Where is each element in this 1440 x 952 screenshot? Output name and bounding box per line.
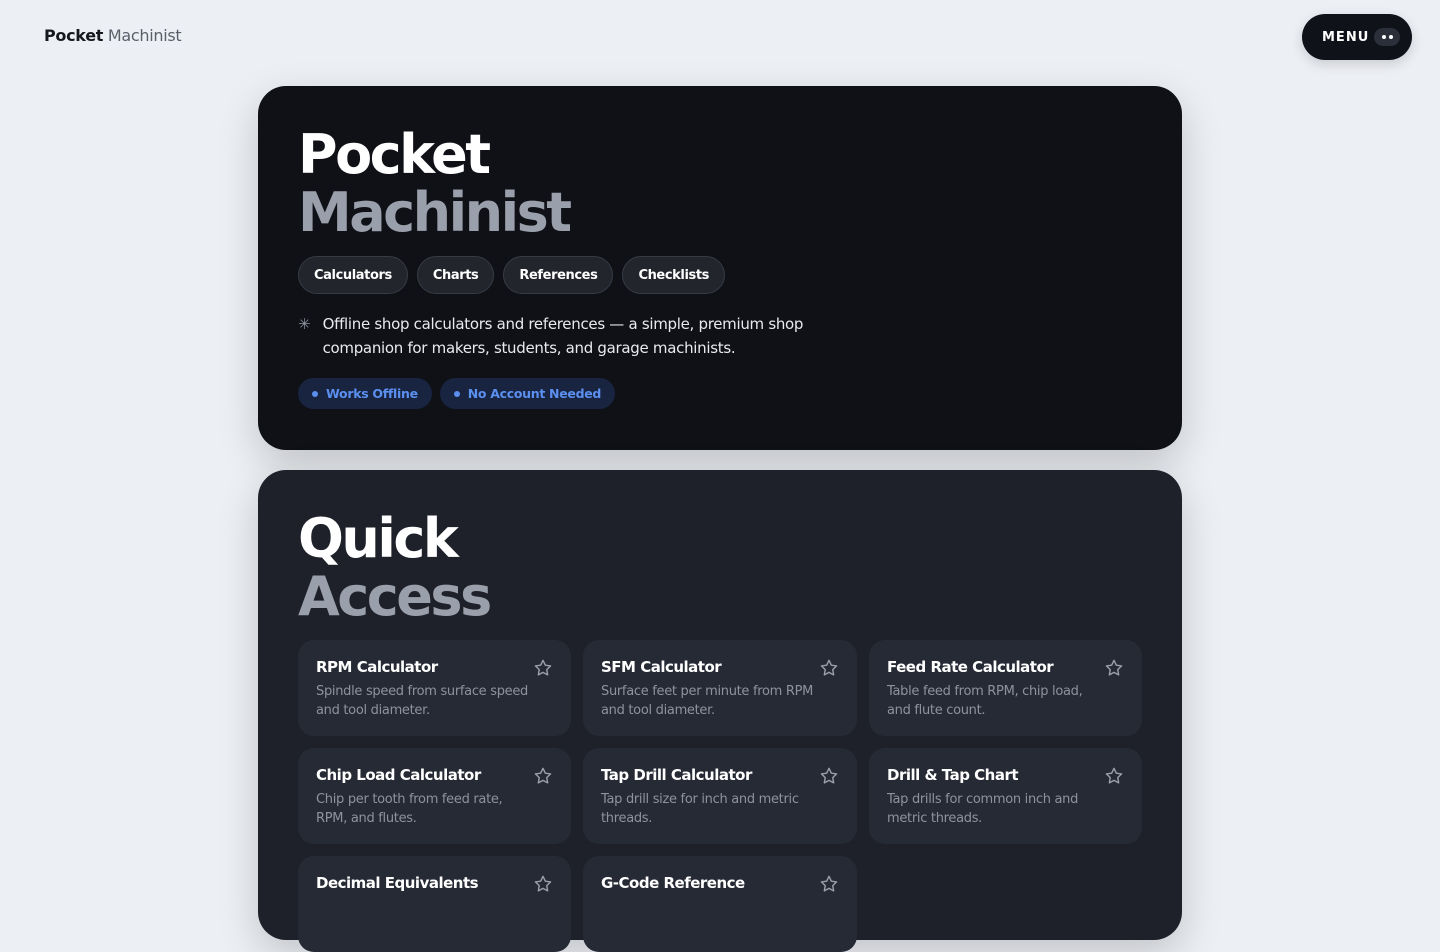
dots-icon	[1374, 28, 1400, 46]
card-description: Chip per tooth from feed rate, RPM, and …	[316, 792, 503, 826]
brand-logo[interactable]: Pocket Machinist	[44, 26, 182, 45]
tool-card-feed-rate-calculator[interactable]: Feed Rate Calculator Table feed from RPM…	[869, 640, 1142, 736]
feature-badges: Works Offline No Account Needed	[298, 378, 1142, 409]
category-chips: Calculators Charts References Checklists	[298, 256, 1142, 294]
card-title: Chip Load Calculator	[316, 766, 481, 784]
card-title: Drill & Tap Chart	[887, 766, 1019, 784]
star-icon[interactable]	[1104, 766, 1124, 786]
quick-access-title: Quick Access	[298, 510, 1142, 626]
card-title: SFM Calculator	[601, 658, 722, 676]
hero-title-line2: Machinist	[298, 181, 572, 244]
card-title: Decimal Equivalents	[316, 874, 479, 892]
card-title: Feed Rate Calculator	[887, 658, 1054, 676]
card-description: Spindle speed from surface speed and too…	[316, 684, 528, 718]
brand-name-light: Machinist	[107, 26, 182, 45]
card-title: Tap Drill Calculator	[601, 766, 752, 784]
menu-button[interactable]: MENU	[1302, 14, 1412, 60]
star-icon[interactable]	[1104, 658, 1124, 678]
tool-card-chip-load-calculator[interactable]: Chip Load Calculator Chip per tooth from…	[298, 748, 571, 844]
tool-card-g-code-reference[interactable]: G-Code Reference	[583, 856, 857, 952]
card-description: Tap drill size for inch and metric threa…	[601, 792, 799, 826]
hero-panel: Pocket Machinist Calculators Charts Refe…	[258, 86, 1182, 450]
tool-card-tap-drill-calculator[interactable]: Tap Drill Calculator Tap drill size for …	[583, 748, 857, 844]
status-dot-icon	[453, 390, 460, 397]
star-icon[interactable]	[819, 874, 839, 894]
tool-card-grid: RPM Calculator Spindle speed from surfac…	[298, 640, 1142, 952]
hero-title: Pocket Machinist	[298, 126, 1142, 242]
star-icon[interactable]	[533, 874, 553, 894]
card-description: Tap drills for common inch and metric th…	[887, 792, 1079, 826]
badge-works-offline: Works Offline	[298, 378, 432, 409]
chip-references[interactable]: References	[503, 256, 614, 294]
badge-label: No Account Needed	[467, 386, 602, 401]
card-title: RPM Calculator	[316, 658, 438, 676]
chip-charts[interactable]: Charts	[416, 256, 495, 294]
star-icon[interactable]	[533, 658, 553, 678]
card-description: Table feed from RPM, chip load, and flut…	[887, 684, 1083, 718]
badge-no-account: No Account Needed	[439, 378, 616, 409]
chip-checklists[interactable]: Checklists	[622, 256, 726, 294]
tool-card-rpm-calculator[interactable]: RPM Calculator Spindle speed from surfac…	[298, 640, 571, 736]
star-icon[interactable]	[819, 766, 839, 786]
status-dot-icon	[312, 390, 318, 397]
hero-title-line1: Pocket	[298, 123, 491, 186]
quick-access-panel: Quick Access RPM Calculator Spindle spee…	[258, 470, 1182, 952]
menu-label: MENU	[1322, 29, 1370, 45]
star-icon[interactable]	[533, 766, 553, 786]
quick-access-title-line1: Quick	[298, 507, 459, 570]
sparkle-icon: ✳	[298, 315, 311, 333]
tool-card-decimal-equivalents[interactable]: Decimal Equivalents	[298, 856, 571, 952]
quick-access-title-line2: Access	[298, 565, 492, 628]
tool-card-sfm-calculator[interactable]: SFM Calculator Surface feet per minute f…	[583, 640, 857, 736]
card-title: G-Code Reference	[601, 874, 745, 892]
brand-name-bold: Pocket	[44, 26, 104, 45]
card-description: Surface feet per minute from RPM and too…	[601, 684, 814, 718]
chip-calculators[interactable]: Calculators	[298, 256, 408, 294]
tool-card-drill-tap-chart[interactable]: Drill & Tap Chart Tap drills for common …	[869, 748, 1142, 844]
hero-description: ✳ Offline shop calculators and reference…	[298, 312, 1142, 360]
star-icon[interactable]	[819, 658, 839, 678]
badge-label: Works Offline	[326, 386, 418, 401]
hero-description-text: Offline shop calculators and references …	[322, 315, 804, 357]
